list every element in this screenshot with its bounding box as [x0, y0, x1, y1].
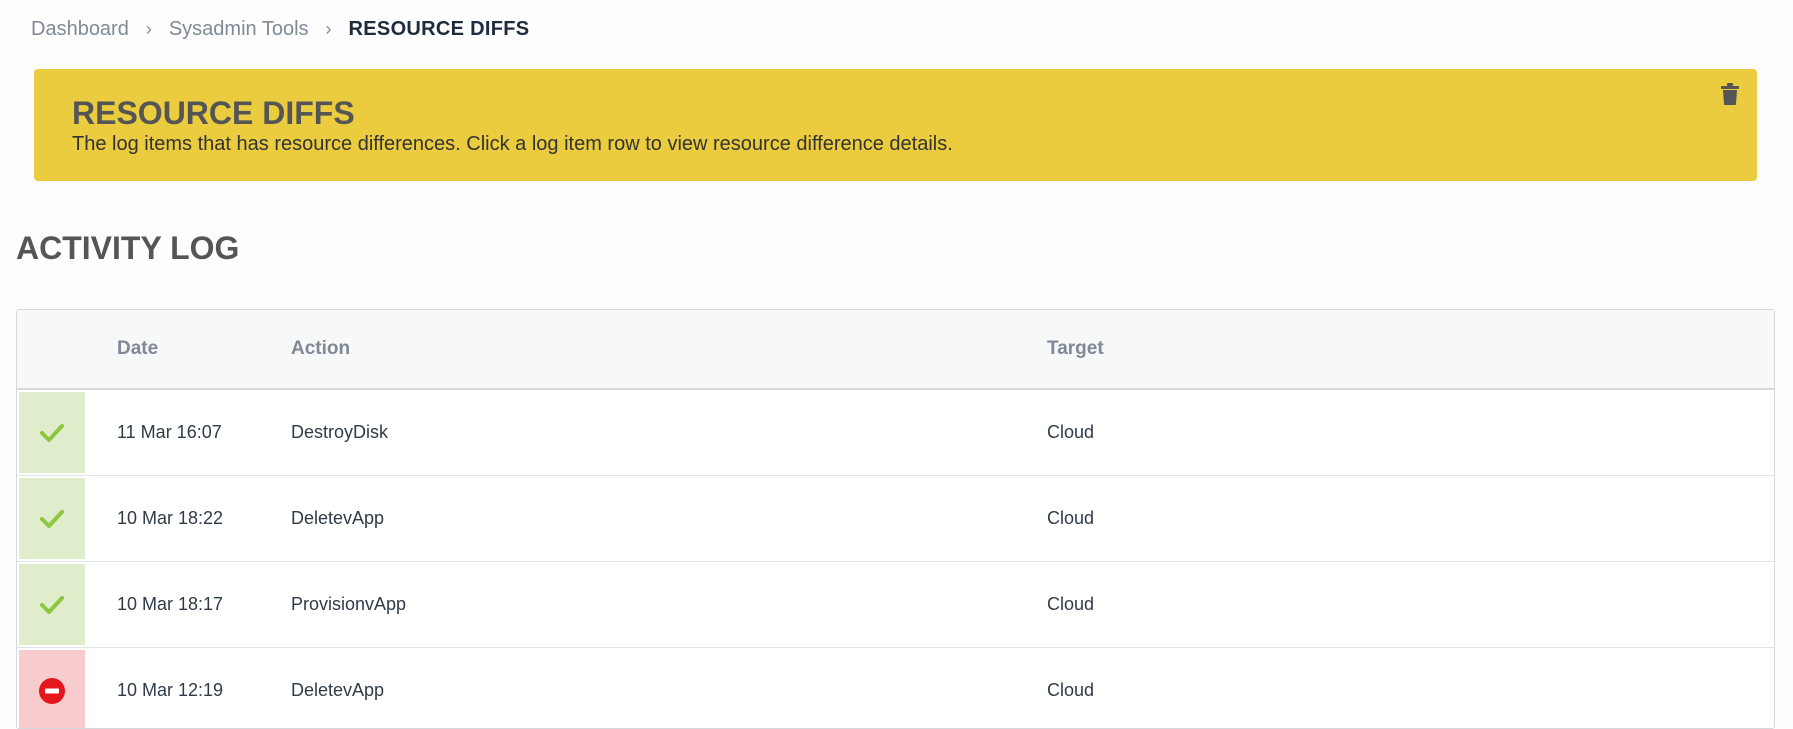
breadcrumb: Dashboard › Sysadmin Tools › RESOURCE DI…	[31, 18, 529, 41]
table-row[interactable]: 11 Mar 16:07 DestroyDisk Cloud	[17, 389, 1774, 476]
cell-date: 11 Mar 16:07	[101, 389, 275, 476]
cell-action: DeletevApp	[275, 648, 1031, 729]
cell-date: 10 Mar 18:17	[101, 562, 275, 648]
breadcrumb-sysadmin-tools-link[interactable]: Sysadmin Tools	[169, 18, 309, 41]
status-cell	[17, 476, 101, 562]
status-cell	[17, 648, 101, 729]
chevron-right-icon: ›	[309, 19, 349, 40]
cell-action: DeletevApp	[275, 476, 1031, 562]
table-row[interactable]: 10 Mar 18:17 ProvisionvApp Cloud	[17, 562, 1774, 648]
chevron-right-icon: ›	[129, 19, 169, 40]
page-title: RESOURCE DIFFS	[72, 96, 1719, 130]
activity-log-table: Date Action Target 11 Mar 16:07 DestroyD…	[16, 309, 1775, 729]
page-banner: RESOURCE DIFFS The log items that has re…	[34, 69, 1757, 181]
status-cell	[17, 562, 101, 648]
cell-target: Cloud	[1031, 389, 1774, 476]
cell-action: DestroyDisk	[275, 389, 1031, 476]
cell-target: Cloud	[1031, 476, 1774, 562]
check-icon	[40, 510, 64, 528]
column-header-status	[17, 310, 101, 389]
table-header-row: Date Action Target	[17, 310, 1774, 389]
error-icon	[39, 678, 65, 704]
column-header-action: Action	[275, 310, 1031, 389]
section-title: ACTIVITY LOG	[16, 230, 239, 267]
cell-date: 10 Mar 18:22	[101, 476, 275, 562]
column-header-date: Date	[101, 310, 275, 389]
table-row[interactable]: 10 Mar 18:22 DeletevApp Cloud	[17, 476, 1774, 562]
cell-date: 10 Mar 12:19	[101, 648, 275, 729]
check-icon	[40, 424, 64, 442]
cell-target: Cloud	[1031, 562, 1774, 648]
page-description: The log items that has resource differen…	[72, 133, 1719, 156]
cell-target: Cloud	[1031, 648, 1774, 729]
column-header-target: Target	[1031, 310, 1774, 389]
cell-action: ProvisionvApp	[275, 562, 1031, 648]
table-row[interactable]: 10 Mar 12:19 DeletevApp Cloud	[17, 648, 1774, 729]
breadcrumb-dashboard-link[interactable]: Dashboard	[31, 18, 129, 41]
trash-icon[interactable]	[1720, 83, 1740, 105]
status-cell	[17, 389, 101, 476]
breadcrumb-current: RESOURCE DIFFS	[349, 18, 530, 41]
check-icon	[40, 596, 64, 614]
